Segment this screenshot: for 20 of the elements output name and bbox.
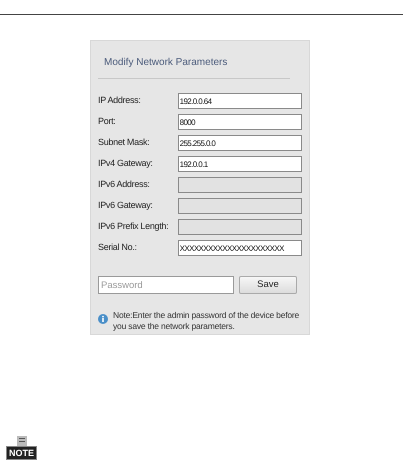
field-label: Port: bbox=[98, 115, 117, 128]
save-button[interactable]: Save bbox=[239, 276, 297, 294]
field-label: IPv6 Gateway: bbox=[98, 199, 154, 212]
note-text: Note:Enter the admin password of the device before you save the network parameters. bbox=[113, 310, 300, 332]
text-field[interactable]: XXXXXXXXXXXXXXXXXXXXXX bbox=[178, 240, 302, 256]
field-label: IPv6 Address: bbox=[98, 178, 151, 192]
notepad-icon bbox=[16, 436, 28, 446]
info-icon bbox=[98, 314, 108, 324]
text-field[interactable]: 192.0.0.1 bbox=[178, 156, 302, 172]
dialog-title: Modify Network Parameters bbox=[103, 56, 228, 70]
text-field[interactable]: 192.0.0.64 bbox=[178, 93, 302, 109]
note-badge: NOTE bbox=[6, 446, 38, 460]
text-field[interactable]: 8000 bbox=[178, 114, 302, 130]
field-label: IPv4 Gateway: bbox=[98, 157, 154, 170]
field-label: Serial No.: bbox=[98, 241, 138, 254]
field-label: IP Address: bbox=[98, 94, 142, 108]
field-label: IPv6 Prefix Length: bbox=[98, 220, 170, 234]
field-label: Subnet Mask: bbox=[98, 136, 150, 150]
password-field[interactable]: Password bbox=[98, 276, 234, 294]
text-field[interactable]: 255.255.0.0 bbox=[178, 135, 302, 151]
